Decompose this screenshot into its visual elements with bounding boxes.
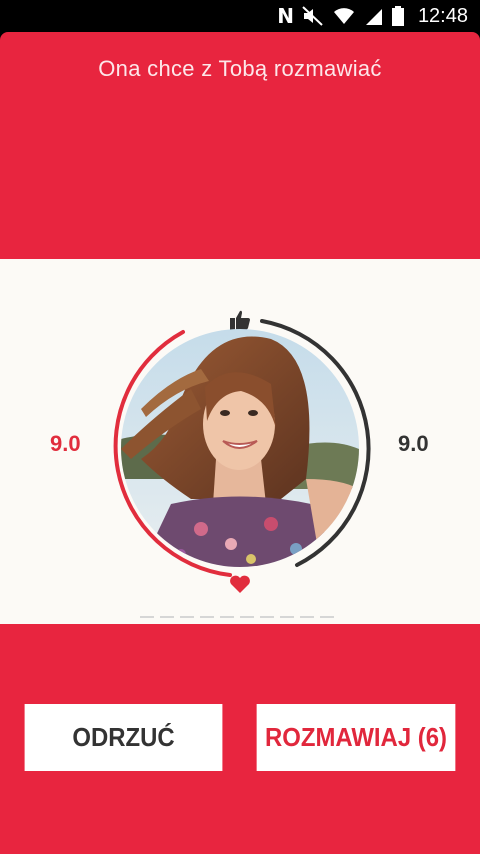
wifi-icon <box>333 8 354 24</box>
mute-icon <box>302 6 323 26</box>
chat-button[interactable]: ROZMAWIAJ (6) <box>256 704 456 771</box>
reject-button[interactable]: ODRZUĆ <box>24 704 223 771</box>
profile-card: 9.0 9.0 <box>0 259 480 624</box>
battery-icon <box>391 6 404 26</box>
heart-icon <box>230 575 250 593</box>
thumbs-up-icon <box>230 310 250 330</box>
match-screen: Ona chce z Tobą rozmawiać 9.0 9.0 ODRZUĆ… <box>0 32 480 854</box>
score-left: 9.0 <box>50 431 81 456</box>
score-right: 9.0 <box>398 431 429 456</box>
progress-dashes <box>140 616 340 618</box>
profile-photo[interactable] <box>121 329 359 567</box>
page-title: Ona chce z Tobą rozmawiać <box>98 56 382 81</box>
status-time: 12:48 <box>417 4 468 27</box>
nfc-icon: N <box>277 4 294 28</box>
status-bar: N 12:48 <box>0 0 480 32</box>
signal-icon <box>365 9 382 25</box>
